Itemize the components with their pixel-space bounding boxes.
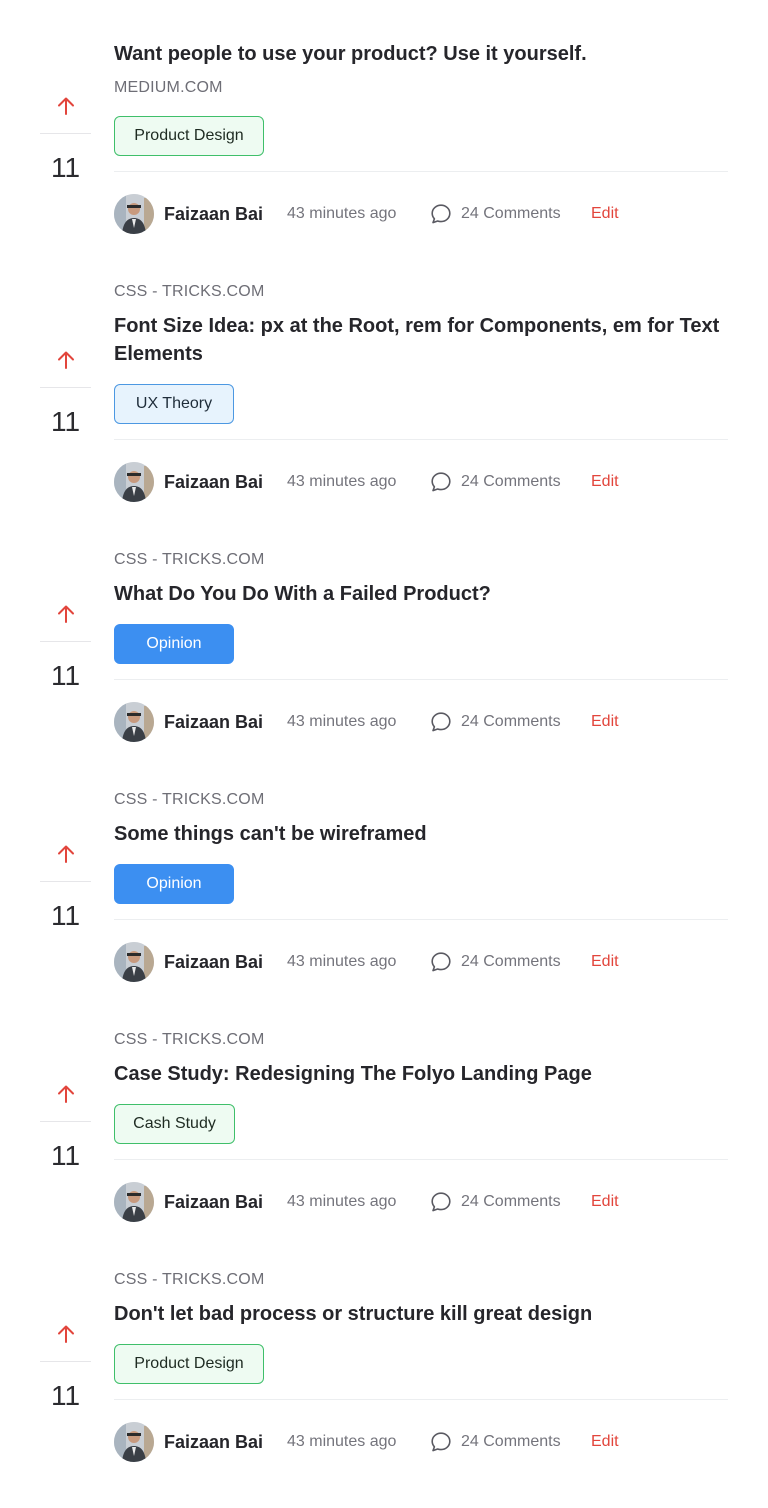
post-source: CSS - TRICKS.COM — [114, 1031, 265, 1048]
comments-link[interactable]: 24 Comments — [461, 1192, 561, 1212]
comments-link[interactable]: 24 Comments — [461, 952, 561, 972]
timestamp: 43 minutes ago — [287, 1433, 397, 1450]
post-meta: Faizaan Bai 43 minutes ago 24 Comments E… — [114, 1182, 728, 1222]
tag-badge[interactable]: Opinion — [114, 624, 234, 664]
edit-link[interactable]: Edit — [591, 472, 619, 492]
author-name[interactable]: Faizaan Bai — [164, 203, 263, 225]
upvote-icon[interactable] — [40, 1324, 91, 1344]
avatar[interactable] — [114, 462, 154, 502]
vote-count: 11 — [50, 152, 81, 183]
divider — [114, 1159, 728, 1160]
divider — [114, 919, 728, 920]
post-source: CSS - TRICKS.COM — [114, 283, 265, 300]
comment-icon[interactable] — [429, 1190, 453, 1214]
upvote-icon[interactable] — [40, 604, 91, 624]
post-source: CSS - TRICKS.COM — [114, 1271, 265, 1288]
upvote-icon[interactable] — [40, 350, 91, 370]
timestamp: 43 minutes ago — [287, 713, 397, 730]
edit-link[interactable]: Edit — [591, 712, 619, 732]
vote-count: 11 — [50, 660, 81, 691]
post-title[interactable]: Don't let bad process or structure kill … — [114, 1300, 728, 1328]
vote-count: 11 — [50, 1140, 81, 1171]
divider — [114, 679, 728, 680]
post-title[interactable]: Some things can't be wireframed — [114, 820, 728, 848]
comment-icon[interactable] — [429, 470, 453, 494]
post-title[interactable]: Font Size Idea: px at the Root, rem for … — [114, 312, 728, 368]
vote-divider — [40, 641, 91, 642]
avatar[interactable] — [114, 1182, 154, 1222]
author-name[interactable]: Faizaan Bai — [164, 471, 263, 493]
vote-divider — [40, 387, 91, 388]
post-meta: Faizaan Bai 43 minutes ago 24 Comments E… — [114, 194, 728, 234]
post-title[interactable]: Case Study: Redesigning The Folyo Landin… — [114, 1060, 728, 1088]
vote-divider — [40, 1121, 91, 1122]
tag-badge[interactable]: Product Design — [114, 1344, 264, 1384]
post-title[interactable]: Want people to use your product? Use it … — [114, 40, 728, 68]
author-name[interactable]: Faizaan Bai — [164, 1431, 263, 1453]
author-name[interactable]: Faizaan Bai — [164, 711, 263, 733]
comments-link[interactable]: 24 Comments — [461, 204, 561, 224]
vote-divider — [40, 881, 91, 882]
comment-icon[interactable] — [429, 202, 453, 226]
tag-badge[interactable]: UX Theory — [114, 384, 234, 424]
vote-divider — [40, 1361, 91, 1362]
timestamp: 43 minutes ago — [287, 953, 397, 970]
post-meta: Faizaan Bai 43 minutes ago 24 Comments E… — [114, 1422, 728, 1462]
vote-count: 11 — [50, 1380, 81, 1411]
avatar[interactable] — [114, 942, 154, 982]
edit-link[interactable]: Edit — [591, 952, 619, 972]
divider — [114, 1399, 728, 1400]
vote-count: 11 — [50, 406, 81, 437]
comments-link[interactable]: 24 Comments — [461, 472, 561, 492]
post-source: CSS - TRICKS.COM — [114, 791, 265, 808]
avatar[interactable] — [114, 194, 154, 234]
post-title[interactable]: What Do You Do With a Failed Product? — [114, 580, 728, 608]
upvote-icon[interactable] — [40, 1084, 91, 1104]
vote-count: 11 — [50, 900, 81, 931]
vote-divider — [40, 133, 91, 134]
comment-icon[interactable] — [429, 950, 453, 974]
tag-badge[interactable]: Product Design — [114, 116, 264, 156]
timestamp: 43 minutes ago — [287, 1193, 397, 1210]
comment-icon[interactable] — [429, 710, 453, 734]
post-source: MEDIUM.COM — [114, 79, 223, 96]
post-meta: Faizaan Bai 43 minutes ago 24 Comments E… — [114, 942, 728, 982]
edit-link[interactable]: Edit — [591, 1192, 619, 1212]
upvote-icon[interactable] — [40, 96, 91, 116]
tag-badge[interactable]: Opinion — [114, 864, 234, 904]
avatar[interactable] — [114, 702, 154, 742]
post-source: CSS - TRICKS.COM — [114, 551, 265, 568]
divider — [114, 171, 728, 172]
divider — [114, 439, 728, 440]
edit-link[interactable]: Edit — [591, 1432, 619, 1452]
timestamp: 43 minutes ago — [287, 473, 397, 490]
author-name[interactable]: Faizaan Bai — [164, 951, 263, 973]
comments-link[interactable]: 24 Comments — [461, 1432, 561, 1452]
author-name[interactable]: Faizaan Bai — [164, 1191, 263, 1213]
post-meta: Faizaan Bai 43 minutes ago 24 Comments E… — [114, 462, 728, 502]
post-meta: Faizaan Bai 43 minutes ago 24 Comments E… — [114, 702, 728, 742]
comments-link[interactable]: 24 Comments — [461, 712, 561, 732]
avatar[interactable] — [114, 1422, 154, 1462]
upvote-icon[interactable] — [40, 844, 91, 864]
edit-link[interactable]: Edit — [591, 204, 619, 224]
timestamp: 43 minutes ago — [287, 205, 397, 222]
comment-icon[interactable] — [429, 1430, 453, 1454]
tag-badge[interactable]: Cash Study — [114, 1104, 235, 1144]
